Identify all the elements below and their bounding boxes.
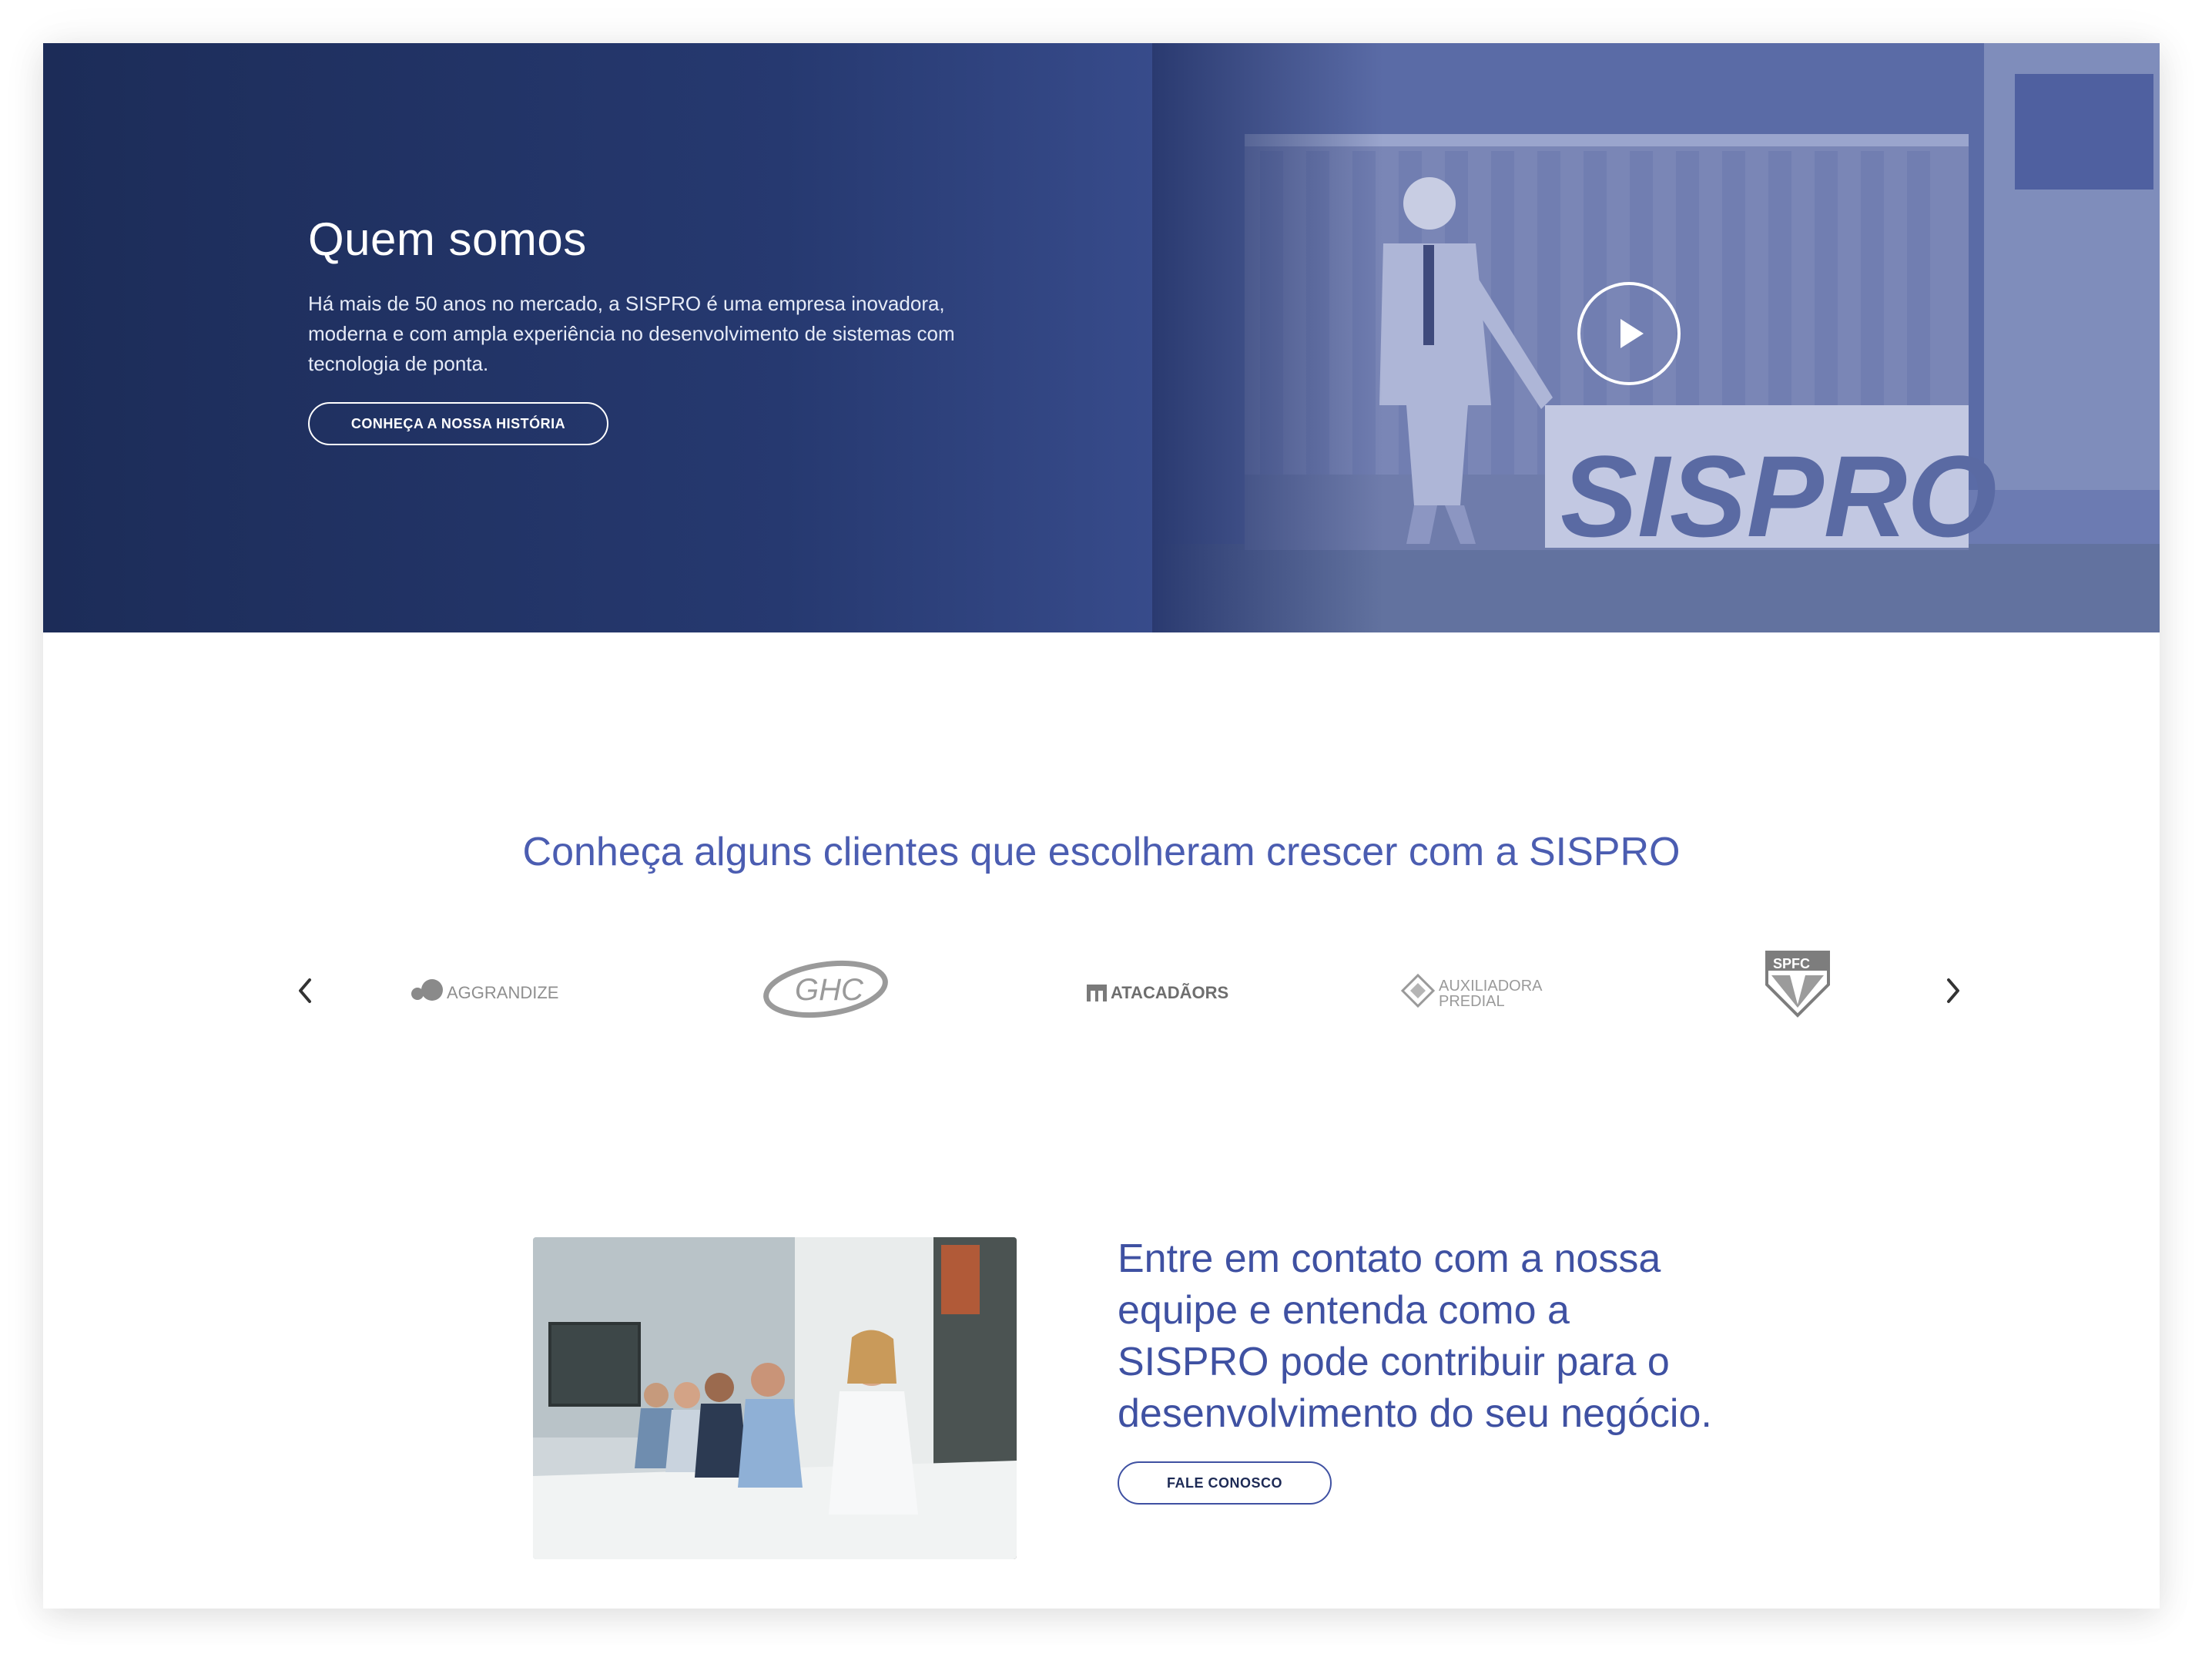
play-video-button[interactable] — [1577, 282, 1681, 385]
client-logo-label: AGGRANDIZE — [447, 983, 558, 1002]
client-logo-aggrandize: AGGRANDIZE — [397, 944, 598, 1037]
chevron-left-icon — [299, 978, 311, 1003]
clients-heading: Conheça alguns clientes que escolheram c… — [522, 830, 1681, 874]
page-frame: SISPRO Quem somos Há mais de 50 anos no … — [43, 43, 2160, 1609]
client-logo-atacadaors: ATACADÃORS — [1044, 944, 1245, 1037]
client-logo-auxiliadora-predial: AUXILIADORA PREDIAL — [1368, 944, 1568, 1037]
contact-us-button[interactable]: FALE CONOSCO — [1118, 1461, 1332, 1505]
team-photo-illustration — [533, 1237, 1017, 1559]
team-photo — [533, 1237, 1017, 1559]
hero-text-block: Quem somos Há mais de 50 anos no mercado… — [308, 213, 1001, 445]
client-logo-ghc: GHC — [721, 944, 921, 1037]
our-history-button[interactable]: CONHEÇA A NOSSA HISTÓRIA — [308, 402, 608, 445]
chevron-right-icon — [1947, 978, 1959, 1003]
hero-title: Quem somos — [308, 213, 587, 265]
hero-section: SISPRO Quem somos Há mais de 50 anos no … — [43, 43, 2160, 632]
carousel-next-button[interactable] — [1938, 968, 1969, 1014]
client-logo-label: ATACADÃORS — [1111, 983, 1228, 1002]
hero-photo-gradient — [1152, 43, 1383, 632]
client-logo-label: AUXILIADORA — [1439, 978, 1543, 995]
contact-heading: Entre em contato com a nossa equipe e en… — [1118, 1236, 1712, 1436]
hero-description: Há mais de 50 anos no mercado, a SISPRO … — [308, 292, 955, 375]
client-logo-spfc: SPFC — [1691, 944, 1892, 1037]
carousel-prev-button[interactable] — [290, 968, 320, 1014]
hero-sign-text: SISPRO — [1560, 431, 1997, 561]
clients-carousel: AGGRANDIZE GHC ATACADÃORS AUXILIADORA PR… — [290, 944, 1969, 1037]
client-logo-label: SPFC — [1773, 956, 1810, 971]
client-logo-sublabel: PREDIAL — [1439, 993, 1505, 1010]
play-icon — [1620, 319, 1644, 348]
contact-text-block: Entre em contato com a nossa equipe e en… — [1118, 1233, 1734, 1505]
client-logo-label: GHC — [795, 973, 864, 1007]
